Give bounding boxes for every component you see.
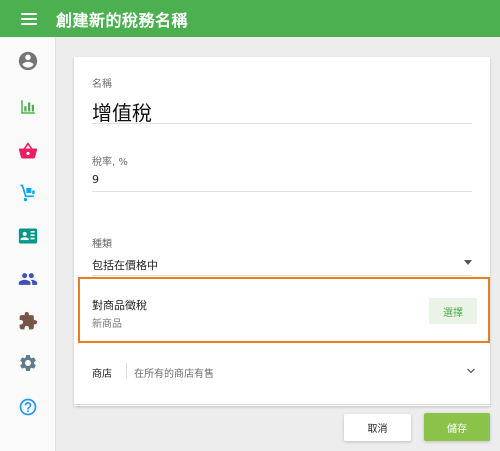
sidebar-item-customers[interactable] <box>0 216 56 256</box>
sidebar-item-reports[interactable] <box>0 87 56 127</box>
help-circle-icon <box>19 398 37 416</box>
store-availability-row[interactable]: 商店 在所有的商店有售 <box>74 351 490 391</box>
sidebar-item-sales[interactable] <box>0 131 56 171</box>
rate-input[interactable]: 9 <box>92 173 99 186</box>
puzzle-icon <box>19 311 38 330</box>
name-input[interactable]: 增值稅 <box>92 97 152 126</box>
name-label: 名稱 <box>92 79 112 90</box>
rate-label: 稅率, % <box>92 157 128 168</box>
apply-to-items-title: 對商品徵稅 <box>92 299 147 312</box>
chevron-down-icon[interactable] <box>465 365 477 377</box>
save-button[interactable]: 儲存 <box>424 413 490 441</box>
select-items-button[interactable]: 選擇 <box>429 298 477 324</box>
sidebar-item-account[interactable] <box>0 41 56 81</box>
hand-truck-icon <box>20 184 35 202</box>
sidebar-item-help[interactable] <box>0 387 56 427</box>
shopping-basket-icon <box>18 142 38 159</box>
app-bar: 創建新的稅務名稱 <box>0 0 500 37</box>
store-value: 在所有的商店有售 <box>134 369 214 380</box>
sidebar-item-inventory[interactable] <box>0 173 56 213</box>
type-label: 種類 <box>92 239 112 250</box>
account-circle-icon <box>18 51 38 71</box>
cancel-button[interactable]: 取消 <box>344 414 411 441</box>
contact-card-icon <box>18 228 38 244</box>
page-title: 創建新的稅務名稱 <box>56 10 189 30</box>
rate-underline <box>92 191 472 192</box>
sidebar <box>0 37 56 451</box>
people-icon <box>18 273 38 285</box>
sidebar-item-employees[interactable] <box>0 259 56 299</box>
bar-chart-icon <box>21 100 35 114</box>
type-select[interactable]: 包括在價格中 <box>92 257 158 273</box>
type-underline <box>92 275 472 276</box>
store-label: 商店 <box>92 369 112 380</box>
sidebar-item-settings[interactable] <box>0 343 56 383</box>
settings-gear-icon <box>20 355 36 371</box>
footer-divider <box>74 404 490 405</box>
apply-to-items-subtitle: 新商品 <box>92 319 122 330</box>
store-divider <box>126 363 127 379</box>
sidebar-item-integrations[interactable] <box>0 301 56 341</box>
name-underline <box>92 123 472 124</box>
dropdown-arrow-icon[interactable] <box>464 260 472 265</box>
hamburger-menu-icon[interactable] <box>21 12 37 25</box>
